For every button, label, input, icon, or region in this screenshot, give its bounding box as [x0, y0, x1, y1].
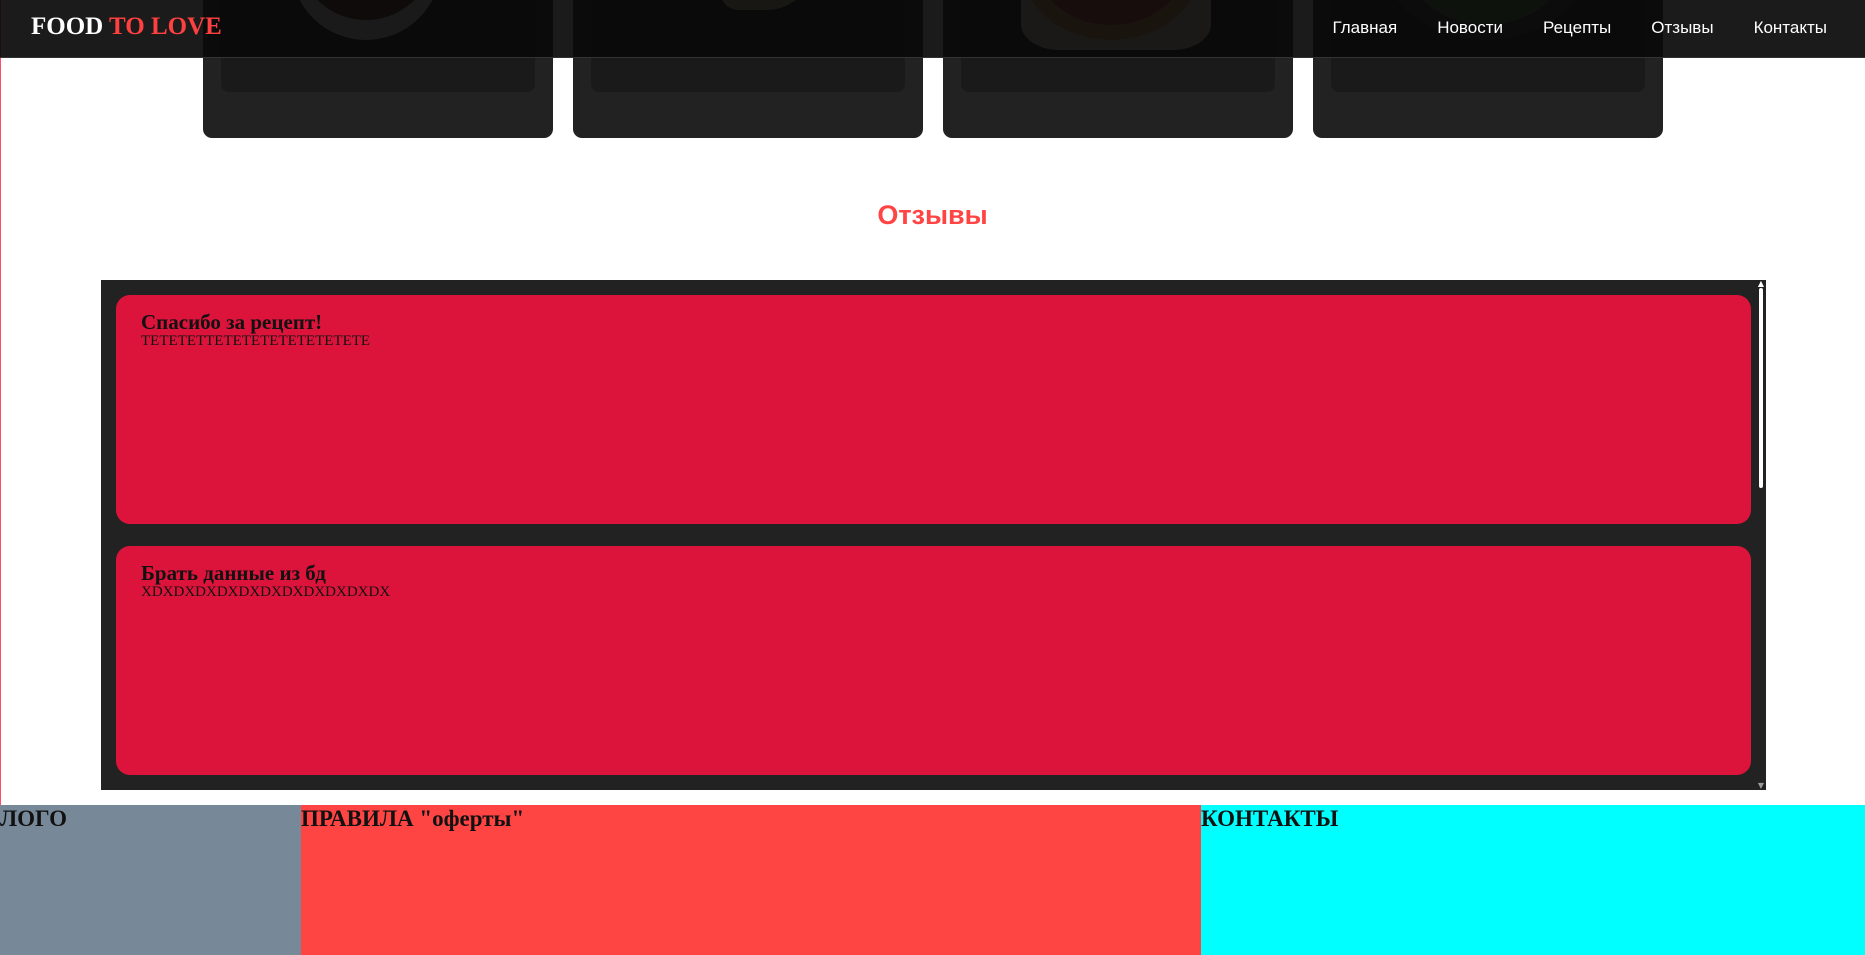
review-card: Брать данные из бд XDXDXDXDXDXDXDXDXDXDX…: [116, 546, 1751, 775]
footer-logo-column: ЛОГО: [0, 805, 301, 955]
reviews-heading: Отзывы: [877, 200, 988, 230]
navbar: FOOD TO LOVE Главная Новости Рецепты Отз…: [0, 0, 1865, 58]
review-title: Спасибо за рецепт!: [141, 310, 323, 334]
footer-logo-heading: ЛОГО: [0, 806, 67, 831]
nav-link-contacts[interactable]: Контакты: [1754, 18, 1827, 38]
scroll-down-arrow-icon[interactable]: ▼: [1756, 782, 1766, 790]
nav-link-reviews[interactable]: Отзывы: [1651, 18, 1713, 38]
review-title: Брать данные из бд: [141, 561, 326, 585]
brand-logo[interactable]: FOOD TO LOVE: [31, 13, 222, 41]
footer-rules-heading: ПРАВИЛА "оферты": [301, 806, 525, 831]
nav-link-news[interactable]: Новости: [1437, 18, 1503, 38]
review-card: Спасибо за рецепт! ТЕТЕТЕТТЕТЕТЕТЕТЕТЕТЕ…: [116, 295, 1751, 524]
footer-contacts-column: КОНТАКТЫ: [1201, 805, 1865, 955]
nav-link-home[interactable]: Главная: [1332, 18, 1397, 38]
review-text: XDXDXDXDXDXDXDXDXDXDXDX: [141, 584, 391, 600]
review-text: ТЕТЕТЕТТЕТЕТЕТЕТЕТЕТЕТЕТЕ: [141, 333, 371, 349]
scroll-up-arrow-icon[interactable]: ▲: [1756, 280, 1766, 288]
nav-menu: Главная Новости Рецепты Отзывы Контакты: [1332, 18, 1827, 38]
footer: ЛОГО ПРАВИЛА "оферты" КОНТАКТЫ: [0, 805, 1865, 955]
footer-rules-column: ПРАВИЛА "оферты": [301, 805, 1201, 955]
reviews-scrollbar[interactable]: ▲ ▼: [1756, 280, 1766, 790]
brand-name-accent: TO LOVE: [109, 13, 222, 40]
brand-name-main: FOOD: [31, 13, 104, 40]
page-edge: [0, 0, 1, 805]
reviews-scroll-container[interactable]: Спасибо за рецепт! ТЕТЕТЕТТЕТЕТЕТЕТЕТЕТЕ…: [101, 280, 1766, 790]
footer-contacts-heading: КОНТАКТЫ: [1201, 806, 1339, 831]
nav-link-recipes[interactable]: Рецепты: [1543, 18, 1611, 38]
scrollbar-thumb[interactable]: [1759, 288, 1763, 488]
